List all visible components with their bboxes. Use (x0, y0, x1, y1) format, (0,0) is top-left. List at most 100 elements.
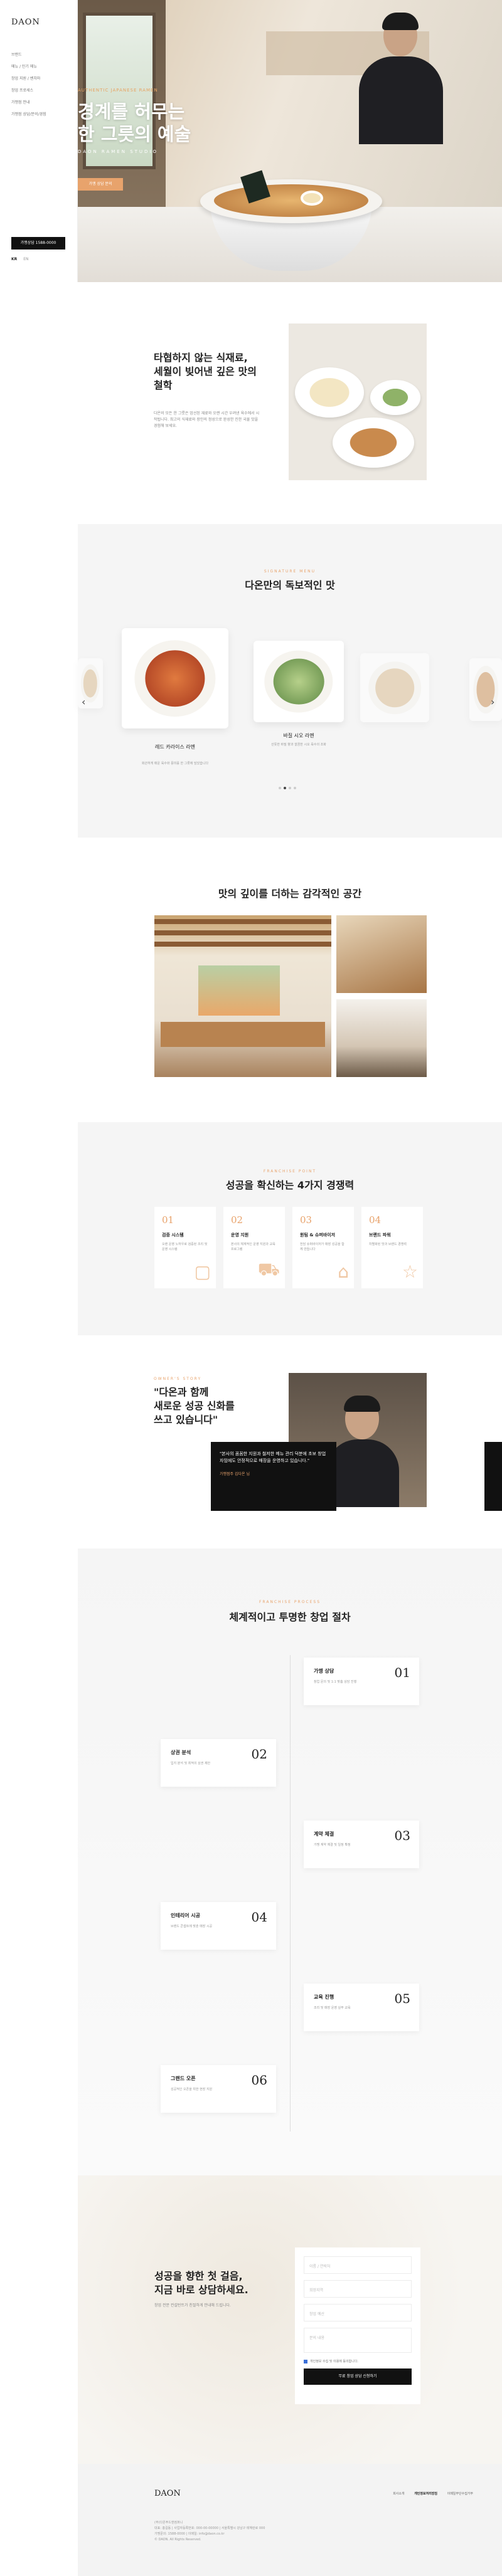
carousel-prev-button[interactable]: ‹ (82, 696, 85, 708)
process-timeline (290, 1655, 291, 2132)
box-icon: ▢ (194, 1261, 211, 1282)
space-title: 맛의 깊이를 더하는 감각적인 공간 (218, 888, 362, 900)
menu-photo-miso (469, 658, 502, 721)
footer-logo[interactable]: DAON (154, 2489, 181, 2498)
checkbox-icon[interactable] (304, 2359, 307, 2363)
footer-info: (주)다온푸드앤컴퍼니 대표: 홍길동 | 사업자등록번호: 000-00-00… (154, 2521, 265, 2542)
ramen-bowl (200, 169, 382, 276)
testimonial-card-next[interactable] (484, 1442, 502, 1511)
budget-field[interactable]: 창업 예산 (304, 2304, 412, 2321)
plate-noodle (295, 367, 364, 418)
brand-logo[interactable]: DAON (11, 18, 40, 27)
process-step-5: 교육 진행 05 조리 및 매장 운영 실무 교육 (304, 1984, 419, 2031)
step-number: 06 (251, 2073, 267, 2088)
bowl-soup (214, 184, 368, 217)
feature-title: 브랜드 파워 (369, 1233, 391, 1238)
step-number: 01 (394, 1665, 410, 1680)
testimonial-author: 가맹점주 김다온 님 (220, 1472, 250, 1476)
features-title: 성공을 확신하는 4가지 경쟁력 (225, 1179, 355, 1191)
hero-consult-button[interactable]: 가맹 상담 문의 (78, 178, 123, 191)
truck-icon: ⛟ (257, 1259, 280, 1280)
sidebar-item-support[interactable]: 창업 지원 / 벤치마 (11, 75, 46, 81)
story-image (289, 323, 427, 480)
chef-figure (354, 13, 448, 144)
process-eyebrow: FRANCHISE PROCESS (259, 1600, 321, 1604)
step-number: 03 (394, 1828, 410, 1843)
carousel-next-button[interactable]: › (491, 696, 494, 708)
step-number: 05 (394, 1991, 410, 2006)
privacy-agree[interactable]: 개인정보 수집 및 이용에 동의합니다. (304, 2359, 412, 2363)
name-phone-field[interactable]: 이름 / 연락처 (304, 2256, 412, 2274)
plate-greens (370, 380, 420, 415)
sidebar-item-menu[interactable]: 메뉴 / 인기 메뉴 (11, 63, 46, 69)
privacy-agree-label: 개인정보 수집 및 이용에 동의합니다. (310, 2360, 358, 2363)
footer-link-privacy[interactable]: 개인정보처리방침 (414, 2492, 437, 2496)
menu-desc: 화끈하게 매운 육수와 풍미를 한 그릇에 담았습니다 (141, 762, 209, 765)
menu-card-red[interactable]: 레드 카라이스 라멘 화끈하게 매운 육수와 풍미를 한 그릇에 담았습니다 (122, 628, 228, 765)
testimonial-eyebrow: OWNER'S STORY (154, 1377, 202, 1381)
carousel-dots (279, 780, 299, 792)
step-desc: 성공적인 오픈을 위한 현장 지원 (171, 2088, 213, 2091)
region-field[interactable]: 희망지역 (304, 2280, 412, 2298)
chef-body (359, 56, 443, 144)
feature-title: 운영 지원 (231, 1233, 249, 1238)
sidebar-menu: 브랜드 메뉴 / 인기 메뉴 창업 지원 / 벤치마 창업 프로세스 가맹점 안… (11, 51, 46, 123)
home-icon: ⌂ (338, 1261, 349, 1282)
menu-photo-red (122, 628, 228, 728)
ceiling-beam (154, 930, 331, 935)
menu-photo-tonkotsu (360, 653, 429, 722)
testimonial-text: "본사의 꼼꼼한 지원과 철저한 메뉴 관리 덕분에 초보 창업자임에도 안정적… (220, 1451, 326, 1463)
sidebar-item-stores[interactable]: 가맹점 안내 (11, 99, 46, 105)
feature-card-1: 01 검증 시스템 오랜 운영 노하우로 검증된 조리 및 운영 시스템 ▢ (154, 1207, 216, 1288)
ceiling-beam (154, 942, 331, 947)
step-desc: 입지 분석 및 최적의 상권 제안 (171, 1762, 211, 1765)
menu-card-miso[interactable] (469, 658, 502, 721)
menu-name: 바질 시오 라멘 (283, 733, 314, 739)
sidebar-item-process[interactable]: 창업 프로세스 (11, 87, 46, 93)
cta-subtitle: 창업 전문 컨설턴트가 친절하게 안내해 드립니다. (154, 2303, 231, 2308)
sidebar: DAON 브랜드 메뉴 / 인기 메뉴 창업 지원 / 벤치마 창업 프로세스 … (0, 0, 78, 282)
message-field[interactable]: 문의 내용 (304, 2328, 412, 2353)
hero-kicker: AUTHENTIC JAPANESE RAMEN (78, 88, 158, 93)
story-title: 타협하지 않는 식재료, 세월이 빚어낸 깊은 맛의 철학 (154, 352, 257, 391)
franchise-call-button[interactable]: 가맹상담 1588-0000 (11, 237, 65, 250)
step-number: 04 (251, 1910, 267, 1925)
carousel-dot[interactable] (289, 787, 291, 789)
feature-title: 원팀 & 슈퍼바이저 (300, 1233, 336, 1238)
carousel-dot[interactable] (279, 787, 281, 789)
space-tables (161, 1022, 325, 1047)
ceiling-beam (154, 919, 331, 924)
language-switch: KR EN (11, 257, 33, 261)
space-table-photo (336, 915, 427, 993)
features-section (78, 1122, 502, 1335)
footer-link-email[interactable]: 이메일무단수집거부 (447, 2492, 473, 2496)
features-eyebrow: FRANCHISE POINT (263, 1169, 317, 1174)
carousel-dot-active[interactable] (284, 787, 286, 789)
menu-card-basil[interactable]: 바질 시오 라멘 산뜻한 바질 향과 깔끔한 시오 육수의 조화 (254, 641, 344, 747)
space-main-photo (154, 915, 331, 1077)
menu-card-tonkotsu[interactable] (360, 653, 429, 728)
process-step-6: 그랜드 오픈 06 성공적인 오픈을 위한 현장 지원 (161, 2065, 276, 2113)
feature-title: 검증 시스템 (162, 1233, 184, 1238)
space-counter-photo (336, 999, 427, 1077)
feature-number: 02 (231, 1214, 243, 1226)
consult-form: 이름 / 연락처 희망지역 창업 예산 문의 내용 개인정보 수집 및 이용에 … (295, 2247, 420, 2404)
hero-title: 경계를 허무는 한 그릇의 예술 (78, 101, 191, 145)
signature-eyebrow: SIGNATURE MENU (264, 569, 316, 574)
chef-hair (382, 13, 419, 30)
footer-link-about[interactable]: 회사소개 (393, 2492, 404, 2496)
step-desc: 창업 문의 및 1:1 맞춤 상담 진행 (314, 1680, 357, 1684)
submit-button[interactable]: 무료 창업 상담 신청하기 (304, 2368, 412, 2385)
sidebar-item-contact[interactable]: 가맹점 상담/문의/경험 (11, 111, 46, 117)
feature-desc: 오랜 운영 노하우로 검증된 조리 및 운영 시스템 (162, 1243, 208, 1251)
carousel-dot[interactable] (294, 787, 296, 789)
story-body: 다온의 모든 한 그릇은 엄선된 재료와 오랜 시간 우려낸 육수에서 시작됩니… (154, 411, 260, 428)
process-step-3: 계약 체결 03 가맹 계약 체결 및 일정 확정 (304, 1821, 419, 1868)
testimonial-card: "본사의 꼼꼼한 지원과 철저한 메뉴 관리 덕분에 초보 창업자임에도 안정적… (211, 1442, 336, 1511)
lang-kr[interactable]: KR (11, 257, 17, 261)
sidebar-item-brand[interactable]: 브랜드 (11, 51, 46, 57)
owner-body (326, 1439, 399, 1507)
hero-subtitle: DAON RAMEN STUDIO (78, 149, 159, 154)
lang-en[interactable]: EN (23, 257, 28, 261)
menu-photo-basil (254, 641, 344, 722)
